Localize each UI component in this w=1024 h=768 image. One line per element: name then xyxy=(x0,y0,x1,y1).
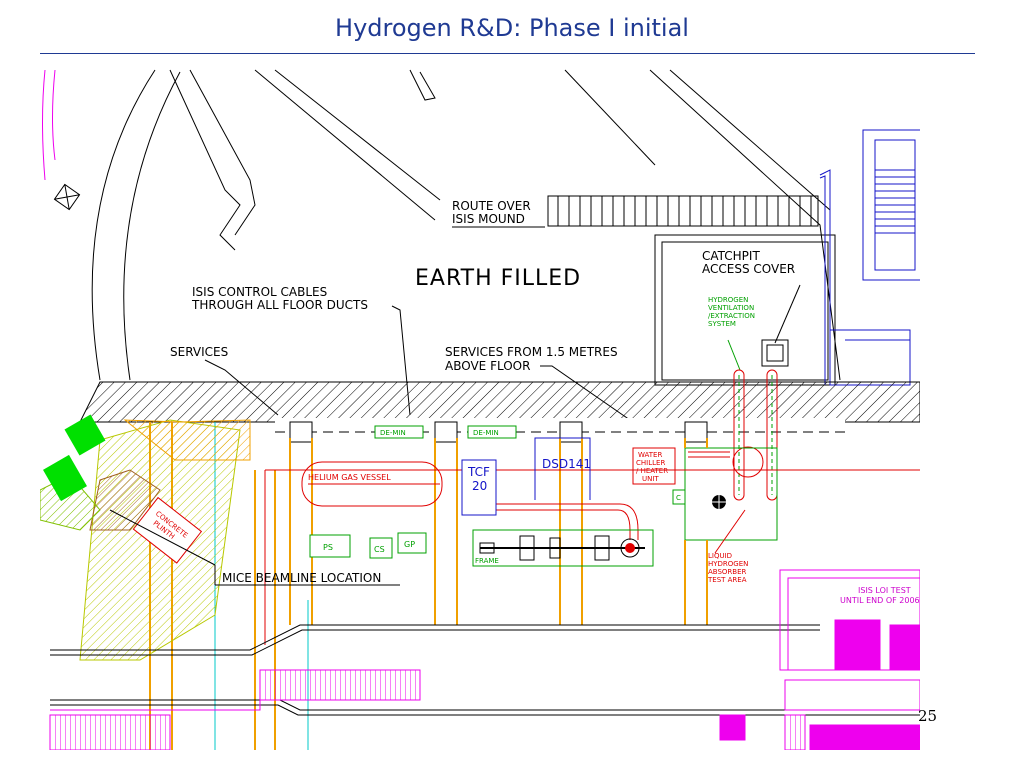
page-number: 25 xyxy=(918,707,938,725)
services-from-line2: ABOVE FLOOR xyxy=(445,359,530,373)
helium-vessel-label: HELIUM GAS VESSEL xyxy=(308,473,391,482)
isis-cables-line2: THROUGH ALL FLOOR DUCTS xyxy=(191,298,368,312)
hydrogen-vent-line4: SYSTEM xyxy=(708,320,736,328)
hydrogen-vent-line1: HYDROGEN xyxy=(708,296,748,304)
water-chiller-line4: UNIT xyxy=(642,475,659,483)
frame-label: FRAME xyxy=(475,557,499,565)
route-over-line1: ROUTE OVER xyxy=(452,199,531,213)
services-from-line1: SERVICES FROM 1.5 METRES xyxy=(445,345,618,359)
cad-floor-plan: ROUTE OVER ISIS MOUND EARTH FILLED CATCH… xyxy=(40,69,920,750)
isis-cables-line1: ISIS CONTROL CABLES xyxy=(192,285,327,299)
curved-walls xyxy=(42,69,841,381)
mice-beamline-label: MICE BEAMLINE LOCATION xyxy=(222,571,381,585)
slide-title: Hydrogen R&D: Phase I initial xyxy=(335,14,689,42)
c-box-label: C xyxy=(676,494,681,502)
isis-loi-line2: UNTIL END OF 2006 xyxy=(840,596,920,605)
crossed-box xyxy=(53,183,81,211)
demin-label-1: DE-MIN xyxy=(380,429,406,437)
services-label: SERVICES xyxy=(170,345,228,359)
tcf-line2: 20 xyxy=(472,479,487,493)
title-divider xyxy=(40,53,975,54)
demin-label-2: DE-MIN xyxy=(473,429,499,437)
tcf-line1: TCF xyxy=(467,465,490,479)
liquid-h-line1: LIQUID xyxy=(708,552,732,560)
cs-label: CS xyxy=(374,545,385,554)
liquid-h-line3: ABSORBER xyxy=(708,568,747,576)
isis-loi-line1: ISIS LOI TEST xyxy=(858,586,911,595)
route-grating xyxy=(547,195,819,227)
water-chiller-line3: / HEATER xyxy=(636,467,668,475)
red-beamline xyxy=(264,461,920,645)
hydrogen-vent-line2: VENTILATION xyxy=(708,304,754,312)
liquid-h-line2: HYDROGEN xyxy=(708,560,748,568)
dsd-label: DSD141 xyxy=(542,457,591,471)
beamline-left-diagonal xyxy=(40,414,251,661)
water-chiller-line2: CHILLER xyxy=(636,459,665,467)
catchpit-line1: CATCHPIT xyxy=(702,249,760,263)
route-over-line2: ISIS MOUND xyxy=(452,212,525,226)
water-chiller-line1: WATER xyxy=(638,451,662,459)
hydrogen-vent-line3: /EXTRACTION xyxy=(708,312,755,320)
gp-label: GP xyxy=(404,540,415,549)
liquid-h-line4: TEST AREA xyxy=(707,576,747,584)
catchpit-line2: ACCESS COVER xyxy=(702,262,795,276)
earth-filled-label: EARTH FILLED xyxy=(415,266,581,291)
frame-assembly xyxy=(472,529,654,567)
ps-label: PS xyxy=(323,543,333,552)
